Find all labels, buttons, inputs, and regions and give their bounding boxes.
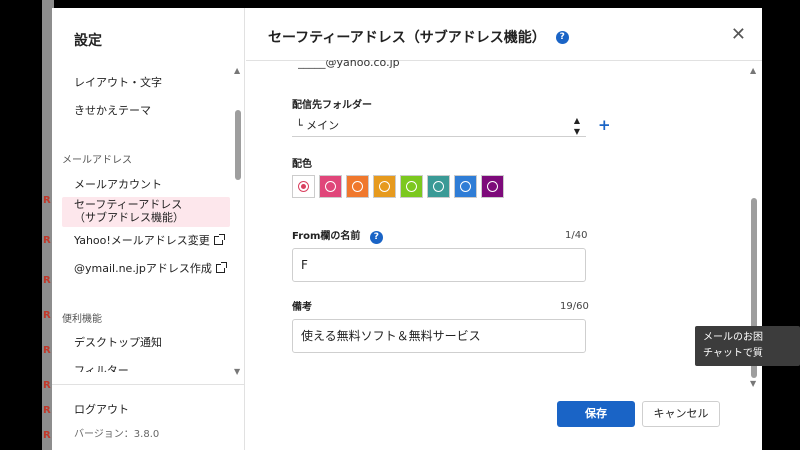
sidebar-item-desktop-notify[interactable]: デスクトップ通知 — [74, 334, 162, 350]
backdrop-mark: R — [43, 275, 51, 286]
help-icon[interactable]: ? — [555, 30, 569, 44]
main-scroll-down-icon[interactable]: ▼ — [750, 379, 756, 388]
tooltip-line: チャットで質 — [703, 348, 763, 359]
chat-help-tooltip[interactable]: メールのお困 チャットで質 — [695, 326, 800, 366]
email-text: _____@yahoo.co.jp — [298, 60, 400, 69]
page-title: セーフティーアドレス（サブアドレス機能）? — [268, 27, 569, 47]
version-label: バージョン：3.8.0 — [74, 429, 160, 440]
cancel-button[interactable]: キャンセル — [642, 401, 720, 427]
from-name-input[interactable]: F — [292, 248, 586, 282]
color-swatch[interactable] — [481, 175, 504, 198]
color-swatch[interactable] — [373, 175, 396, 198]
sidebar-item-mail-account[interactable]: メールアカウント — [74, 176, 162, 192]
sidebar-scroll-up-icon[interactable]: ▲ — [234, 66, 240, 75]
logout-link[interactable]: ログアウト — [74, 401, 129, 417]
backdrop-mark: R — [43, 430, 51, 441]
radio-icon — [325, 181, 336, 192]
color-label: 配色 — [292, 159, 312, 170]
radio-icon — [487, 181, 498, 192]
help-icon[interactable]: ? — [369, 231, 383, 244]
note-count: 19/60 — [560, 301, 589, 312]
radio-icon — [352, 181, 363, 192]
sidebar-footer: ログアウト バージョン：3.8.0 — [52, 384, 245, 450]
settings-sidebar: 設定 レイアウト・文字 きせかえテーマ メールアドレス メールアカウント セーフ… — [52, 8, 245, 450]
sidebar-section-useful: 便利機能 — [62, 314, 102, 325]
external-link-icon — [213, 234, 225, 245]
backdrop-mark: R — [43, 195, 51, 206]
sidebar-item-ymail-create[interactable]: @ymail.ne.jpアドレス作成 — [74, 260, 227, 276]
note-input[interactable]: 使える無料ソフト＆無料サービス — [292, 319, 586, 353]
external-link-icon — [215, 262, 227, 273]
sidebar-item-filter[interactable]: フィルター — [74, 362, 129, 372]
sidebar-item-label: @ymail.ne.jpアドレス作成 — [74, 262, 212, 275]
sidebar-item-label: （サブアドレス機能） — [74, 211, 184, 224]
sidebar-item-label: セーフティーアドレス — [74, 198, 183, 211]
sidebar-item-label: Yahoo!メールアドレス変更 — [74, 234, 210, 247]
backdrop-mark: R — [43, 345, 51, 356]
backdrop-mark: R — [43, 405, 51, 416]
main-scroll-up-icon[interactable]: ▲ — [750, 66, 756, 75]
sidebar-item-layout[interactable]: レイアウト・文字 — [74, 74, 162, 90]
safety-address-email: _____@yahoo.co.jp — [298, 60, 400, 74]
sidebar-item-safety-address[interactable]: セーフティーアドレス （サブアドレス機能） — [74, 198, 184, 224]
sidebar-section-mail-address: メールアドレス — [62, 155, 132, 166]
settings-main-panel: セーフティーアドレス（サブアドレス機能）? ✕ _____@yahoo.co.j… — [246, 8, 762, 450]
sidebar-scrollbar[interactable] — [235, 110, 241, 180]
folder-select[interactable]: └ メイン ▲ ▼ — [292, 115, 586, 137]
radio-icon — [406, 181, 417, 192]
from-name-label-text: From欄の名前 — [292, 231, 361, 242]
color-swatch[interactable] — [400, 175, 423, 198]
close-icon[interactable]: ✕ — [731, 24, 746, 45]
sidebar-menu: レイアウト・文字 きせかえテーマ メールアドレス メールアカウント セーフティー… — [52, 60, 238, 372]
note-label: 備考 — [292, 302, 312, 313]
radio-icon — [460, 181, 471, 192]
select-caret-icon: ▲ ▼ — [573, 116, 580, 136]
sidebar-title: 設定 — [74, 33, 102, 49]
color-swatch[interactable] — [454, 175, 477, 198]
color-swatch[interactable] — [319, 175, 342, 198]
backdrop-mark: R — [43, 310, 51, 321]
color-swatch[interactable] — [292, 175, 315, 198]
color-swatch-group — [292, 175, 504, 198]
save-button[interactable]: 保存 — [557, 401, 635, 427]
color-swatch[interactable] — [427, 175, 450, 198]
sidebar-scroll-down-icon[interactable]: ▼ — [234, 367, 240, 376]
folder-label: 配信先フォルダー — [292, 100, 372, 111]
add-folder-icon[interactable]: + — [598, 116, 611, 134]
tooltip-line: メールのお困 — [703, 332, 763, 343]
from-name-label: From欄の名前 ? — [292, 227, 383, 244]
radio-selected-icon — [298, 181, 309, 192]
sidebar-item-theme[interactable]: きせかえテーマ — [74, 102, 151, 118]
radio-icon — [379, 181, 390, 192]
folder-select-value: └ メイン — [296, 119, 340, 132]
color-swatch[interactable] — [346, 175, 369, 198]
settings-modal: 設定 レイアウト・文字 きせかえテーマ メールアドレス メールアカウント セーフ… — [52, 8, 762, 450]
sidebar-item-yahoo-address-change[interactable]: Yahoo!メールアドレス変更 — [74, 232, 225, 248]
backdrop-mark: R — [43, 380, 51, 391]
from-name-count: 1/40 — [565, 230, 588, 241]
backdrop-mark: R — [43, 235, 51, 246]
radio-icon — [433, 181, 444, 192]
page-title-text: セーフティーアドレス（サブアドレス機能） — [268, 30, 546, 46]
